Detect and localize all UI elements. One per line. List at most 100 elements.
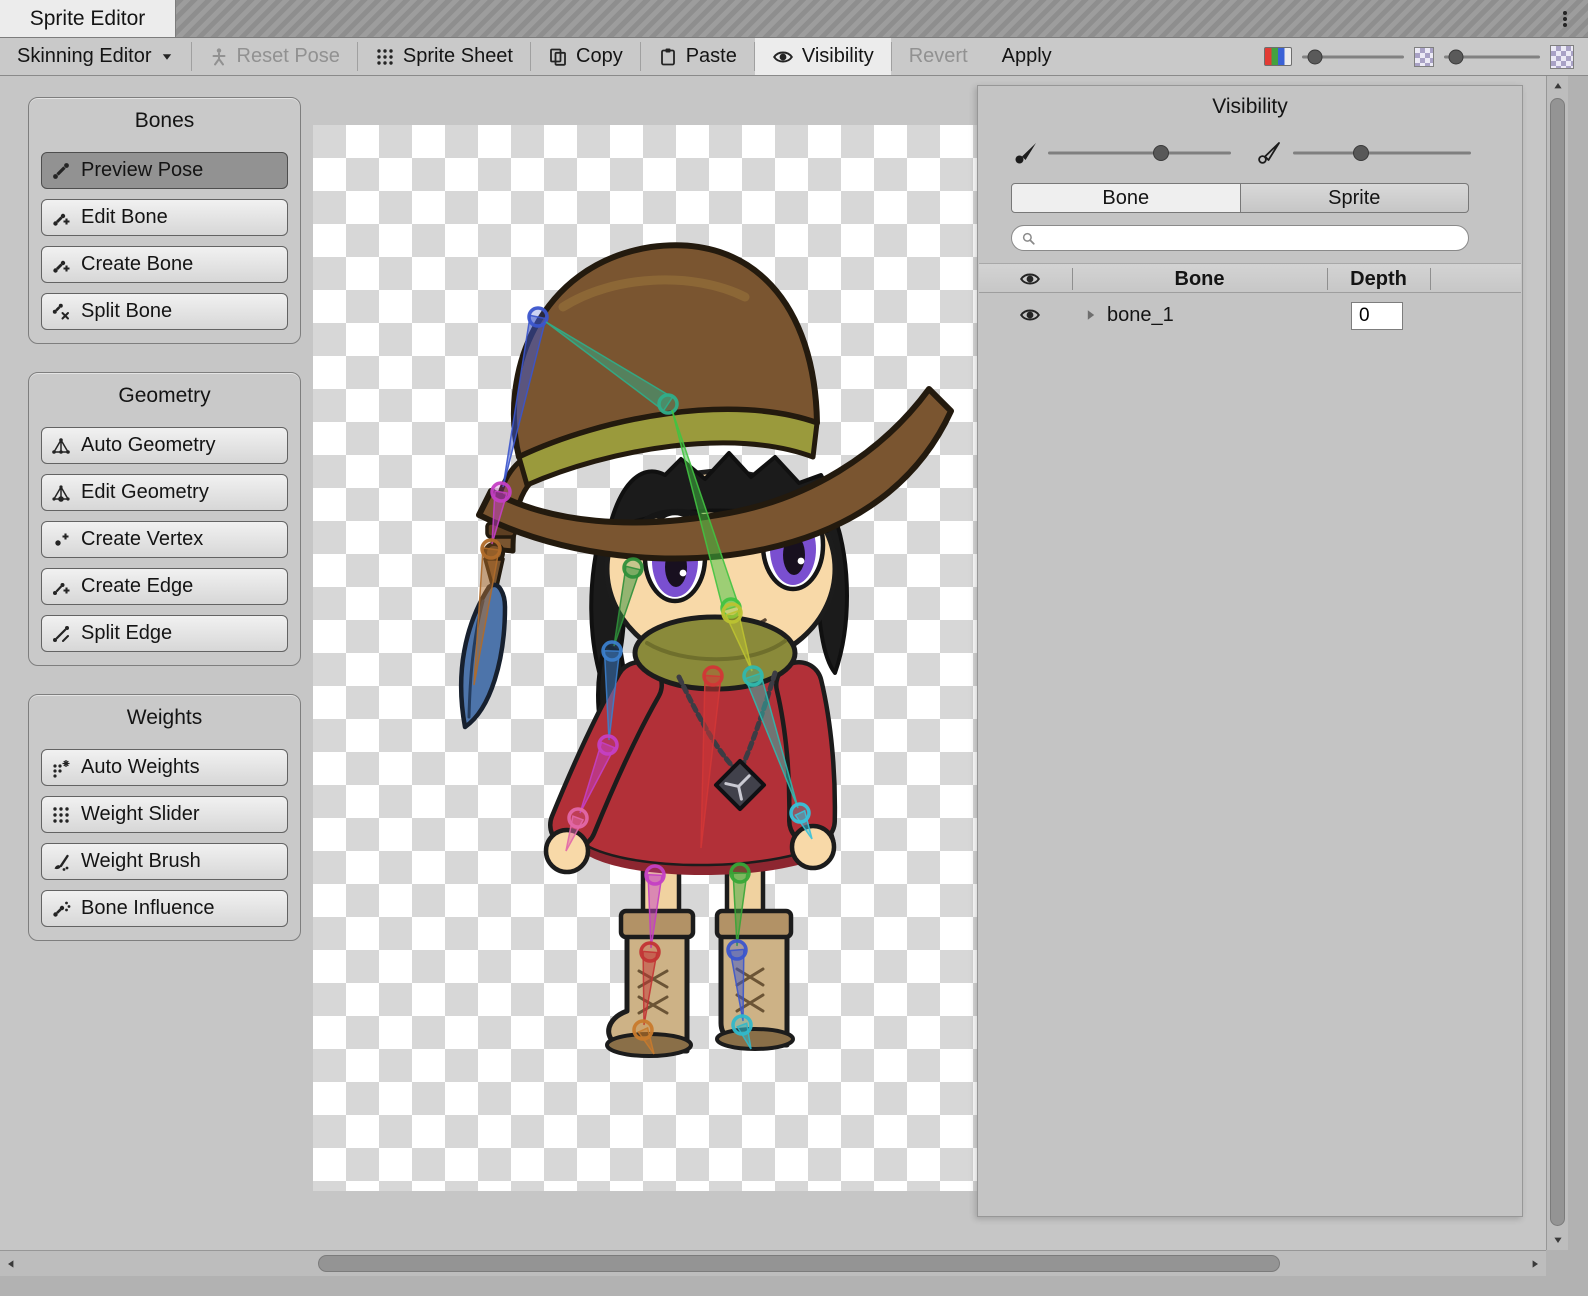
auto-weights-button[interactable]: Auto Weights xyxy=(41,749,288,786)
scroll-left-arrow[interactable] xyxy=(0,1251,22,1277)
sprite-opacity-slider-track xyxy=(1293,152,1471,155)
vertical-scrollbar[interactable] xyxy=(1546,76,1568,1250)
create-edge-button[interactable]: Create Edge xyxy=(41,568,288,605)
preview-pose-button[interactable]: Preview Pose xyxy=(41,152,288,189)
bone-size-slider-handle[interactable] xyxy=(1153,145,1169,161)
visibility-panel-title: Visibility xyxy=(978,86,1522,119)
scroll-up-arrow[interactable] xyxy=(1547,76,1569,96)
bone-influence-icon xyxy=(51,899,71,919)
expand-arrow-icon[interactable] xyxy=(1083,307,1099,323)
zoom-slider[interactable] xyxy=(1302,38,1404,76)
weight-brush-icon xyxy=(51,852,71,872)
visibility-label: Visibility xyxy=(802,45,874,68)
skinning-editor-dropdown[interactable]: Skinning Editor xyxy=(0,38,191,75)
weights-panel-title: Weights xyxy=(41,701,288,739)
horizontal-scrollbar[interactable] xyxy=(0,1250,1546,1276)
sprite-opacity-slider[interactable] xyxy=(1293,138,1471,168)
create-bone-label: Create Bone xyxy=(81,253,193,276)
split-edge-icon xyxy=(51,624,71,644)
tab-sprite-label: Sprite xyxy=(1328,187,1380,210)
visibility-button[interactable]: Visibility xyxy=(755,38,891,75)
weights-panel: Weights Auto Weights Weight Slider Weigh… xyxy=(28,694,301,941)
split-bone-button[interactable]: Split Bone xyxy=(41,293,288,330)
weight-slider-button[interactable]: Weight Slider xyxy=(41,796,288,833)
split-bone-icon xyxy=(51,302,71,322)
scroll-down-arrow[interactable] xyxy=(1547,1230,1569,1250)
scroll-right-arrow[interactable] xyxy=(1524,1251,1546,1277)
tab-sprite-editor[interactable]: Sprite Editor xyxy=(0,0,176,37)
split-edge-label: Split Edge xyxy=(81,622,172,645)
row-visibility-eye-icon[interactable] xyxy=(1019,304,1041,326)
sprite-canvas[interactable] xyxy=(313,125,977,1191)
bone-outline-icon xyxy=(1256,140,1282,166)
reset-pose-icon xyxy=(209,47,229,67)
paste-label: Paste xyxy=(686,45,737,68)
split-edge-button[interactable]: Split Edge xyxy=(41,615,288,652)
reset-pose-button: Reset Pose xyxy=(192,38,357,75)
alpha-slider[interactable] xyxy=(1444,38,1540,76)
weight-brush-button[interactable]: Weight Brush xyxy=(41,843,288,880)
paste-button[interactable]: Paste xyxy=(641,38,754,75)
apply-label: Apply xyxy=(1002,45,1052,68)
preview-pose-icon xyxy=(51,161,71,181)
toolbar: Skinning Editor Reset Pose Sprite Sheet … xyxy=(0,38,1588,76)
create-bone-button[interactable]: Create Bone xyxy=(41,246,288,283)
copy-label: Copy xyxy=(576,45,623,68)
auto-geometry-button[interactable]: Auto Geometry xyxy=(41,427,288,464)
create-vertex-icon xyxy=(51,530,71,550)
edit-geometry-button[interactable]: Edit Geometry xyxy=(41,474,288,511)
edit-geometry-icon xyxy=(51,483,71,503)
alpha-checker-large-icon[interactable] xyxy=(1550,45,1574,69)
split-bone-label: Split Bone xyxy=(81,300,172,323)
bone-row-label: bone_1 xyxy=(1107,304,1174,327)
eye-icon xyxy=(772,46,794,68)
create-edge-icon xyxy=(51,577,71,597)
preview-pose-label: Preview Pose xyxy=(81,159,203,182)
sprite-sheet-icon xyxy=(375,47,395,67)
copy-button[interactable]: Copy xyxy=(531,38,640,75)
auto-weights-label: Auto Weights xyxy=(81,756,200,779)
paste-icon xyxy=(658,47,678,67)
apply-button[interactable]: Apply xyxy=(985,38,1069,75)
column-separator xyxy=(1430,268,1431,290)
create-vertex-button[interactable]: Create Vertex xyxy=(41,521,288,558)
visibility-search-input[interactable] xyxy=(1042,228,1459,249)
alpha-checker-icon[interactable] xyxy=(1414,47,1434,67)
bones-panel: Bones Preview Pose Edit Bone Create Bone… xyxy=(28,97,301,344)
sprite-opacity-slider-handle[interactable] xyxy=(1353,145,1369,161)
bone-size-slider[interactable] xyxy=(1048,138,1231,168)
visibility-panel: Visibility Bone Sprite Bone xyxy=(977,85,1523,1217)
depth-column-header: Depth xyxy=(1327,264,1430,294)
visibility-column-eye-icon[interactable] xyxy=(1019,268,1041,290)
tab-bone-label: Bone xyxy=(1102,187,1149,210)
auto-geometry-icon xyxy=(51,436,71,456)
weight-brush-label: Weight Brush xyxy=(81,850,201,873)
weight-slider-icon xyxy=(51,805,71,825)
alpha-slider-handle[interactable] xyxy=(1448,49,1463,64)
bone-row[interactable]: bone_1 xyxy=(979,298,1521,336)
auto-geometry-label: Auto Geometry xyxy=(81,434,216,457)
bone-size-icon xyxy=(1013,140,1039,166)
tab-bone[interactable]: Bone xyxy=(1011,183,1241,213)
edit-bone-label: Edit Bone xyxy=(81,206,168,229)
window-menu-button[interactable] xyxy=(1550,4,1580,34)
edit-bone-icon xyxy=(51,208,71,228)
horizontal-scrollbar-thumb[interactable] xyxy=(318,1255,1280,1272)
edit-bone-button[interactable]: Edit Bone xyxy=(41,199,288,236)
editor-content: Bones Preview Pose Edit Bone Create Bone… xyxy=(0,76,1546,1250)
sprite-sheet-label: Sprite Sheet xyxy=(403,45,513,68)
edit-geometry-label: Edit Geometry xyxy=(81,481,209,504)
bone-influence-button[interactable]: Bone Influence xyxy=(41,890,288,927)
zoom-slider-handle[interactable] xyxy=(1308,49,1323,64)
weight-slider-label: Weight Slider xyxy=(81,803,200,826)
color-channels-button[interactable] xyxy=(1264,47,1292,66)
geometry-panel-title: Geometry xyxy=(41,379,288,417)
copy-icon xyxy=(548,47,568,67)
sprite-sheet-button[interactable]: Sprite Sheet xyxy=(358,38,530,75)
depth-input[interactable] xyxy=(1351,302,1403,330)
vertical-scrollbar-thumb[interactable] xyxy=(1550,98,1565,1226)
tab-sprite[interactable]: Sprite xyxy=(1241,183,1470,213)
bones-panel-title: Bones xyxy=(41,104,288,142)
create-edge-label: Create Edge xyxy=(81,575,193,598)
create-vertex-label: Create Vertex xyxy=(81,528,203,551)
